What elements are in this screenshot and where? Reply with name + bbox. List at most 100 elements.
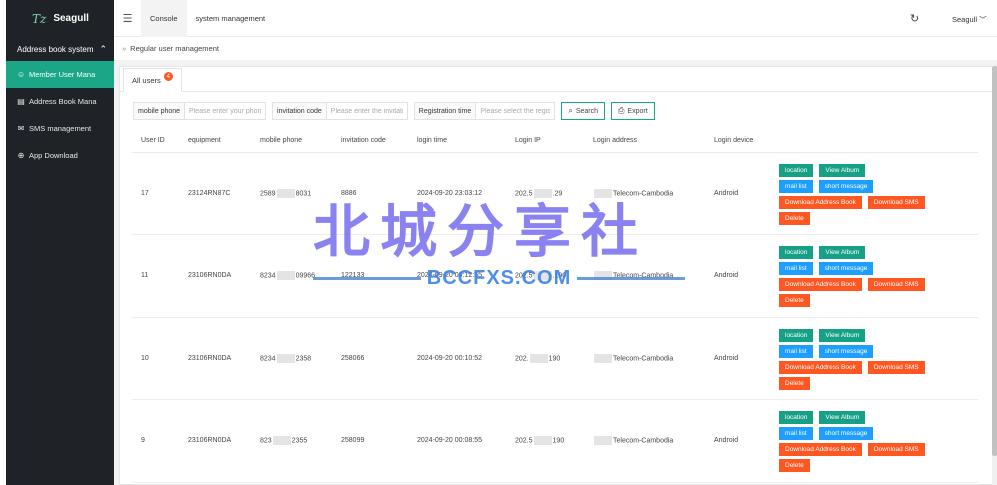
cell-actions: location View Album mail list short messag… <box>771 152 978 235</box>
download-sms-button[interactable]: Download SMS <box>867 360 925 374</box>
delete-button[interactable]: Delete <box>779 376 810 390</box>
table-header-row: User ID equipment mobile phone invitatio… <box>132 129 978 153</box>
mail-list-button[interactable]: mail list <box>779 262 813 276</box>
mail-list-button[interactable]: mail list <box>779 179 813 193</box>
col-login-address: Login address <box>584 129 705 153</box>
invite-filter: invitation code <box>272 102 408 120</box>
redacted-block <box>594 436 612 446</box>
sidebar-item-app-download[interactable]: ⊕ App Download <box>6 142 114 169</box>
vertical-scrollbar[interactable] <box>992 66 997 485</box>
scrollbar-thumb[interactable] <box>992 66 997 456</box>
short-message-button[interactable]: short message <box>818 179 874 193</box>
cell-login-time: 2024-09-20 00:12:55 <box>408 234 506 318</box>
sidebar-item-label: SMS management <box>29 124 92 133</box>
cell-actions: location View Album mail list short messag… <box>771 317 978 400</box>
redacted-block <box>272 436 291 446</box>
location-button[interactable]: location <box>779 246 814 260</box>
address-text: Telecom-Cambodia <box>613 437 674 445</box>
sidebar-item-label: App Download <box>29 151 78 160</box>
view-album-button[interactable]: View Album <box>819 328 866 342</box>
ip-suffix: 190 <box>552 437 565 445</box>
menu-group-address-book-system[interactable]: Address book system ⌃ <box>6 37 114 61</box>
search-button[interactable]: ⌕ Search <box>561 102 605 120</box>
ip-prefix: 202.5 <box>515 437 533 445</box>
tab-console[interactable]: Console <box>141 0 187 37</box>
cell-login-device: Android <box>705 234 771 318</box>
registration-input[interactable] <box>476 103 555 119</box>
cell-actions: location View Album mail list short messag… <box>771 399 978 483</box>
download-sms-button[interactable]: Download SMS <box>867 278 925 292</box>
short-message-button[interactable]: short message <box>818 344 874 358</box>
ip-prefix: 202.5 <box>515 272 533 280</box>
sidebar-item-address-book[interactable]: ▤ Address Book Mana <box>6 88 114 115</box>
sidebar-item-sms[interactable]: ✉ SMS management <box>6 115 114 142</box>
cell-mobile-phone: 2589 8031 <box>251 152 332 235</box>
location-button[interactable]: location <box>779 163 814 177</box>
user-name: Seagull <box>952 15 978 24</box>
mobile-label: mobile phone <box>134 103 186 119</box>
book-icon: ▤ <box>17 97 25 106</box>
app: Tz Seagull Address book system ⌃ ☺ Membe… <box>0 0 997 485</box>
sidebar-item-member-user[interactable]: ☺ Member User Mana <box>6 61 114 88</box>
delete-button[interactable]: Delete <box>779 459 810 473</box>
export-label: Export <box>627 107 648 115</box>
view-album-button[interactable]: View Album <box>819 411 866 425</box>
download-sms-button[interactable]: Download SMS <box>867 443 925 457</box>
cell-user-id: 10 <box>132 317 179 400</box>
cell-mobile-phone: 823 2355 <box>251 399 332 483</box>
col-login-ip: Login IP <box>506 129 584 153</box>
redacted-block <box>276 188 295 198</box>
download-address-book-button[interactable]: Download Address Book <box>779 360 862 374</box>
tab-label: All users <box>132 75 161 85</box>
download-address-book-button[interactable]: Download Address Book <box>779 195 862 209</box>
col-equipment: equipment <box>179 129 251 153</box>
menu-group-label: Address book system <box>17 44 94 54</box>
download-address-book-button[interactable]: Download Address Book <box>779 278 862 292</box>
ip-prefix: 202. <box>515 355 529 363</box>
col-mobile-phone: mobile phone <box>251 129 332 153</box>
mail-list-button[interactable]: mail list <box>779 344 813 358</box>
delete-button[interactable]: Delete <box>779 294 810 308</box>
redacted-block <box>533 271 552 281</box>
cell-invitation-code: 258099 <box>332 399 408 483</box>
short-message-button[interactable]: short message <box>818 427 874 441</box>
cell-user-id: 17 <box>132 152 179 235</box>
users-table: User ID equipment mobile phone invitatio… <box>132 129 978 483</box>
download-address-book-button[interactable]: Download Address Book <box>779 443 862 457</box>
export-icon: ⎙ <box>618 106 625 115</box>
refresh-icon[interactable]: ↻ <box>910 12 919 25</box>
tab-system-management[interactable]: system management <box>187 0 275 37</box>
cell-login-device: Android <box>705 317 771 400</box>
invite-input[interactable] <box>326 103 407 119</box>
cell-user-id: 11 <box>132 234 179 318</box>
mail-list-button[interactable]: mail list <box>779 427 813 441</box>
phone-suffix: 8031 <box>295 190 312 198</box>
redacted-block <box>533 436 552 446</box>
mobile-input[interactable] <box>185 103 266 119</box>
user-icon: ☺ <box>17 70 26 79</box>
view-album-button[interactable]: View Album <box>819 163 866 177</box>
cell-equipment: 23106RN0DA <box>179 399 251 483</box>
user-menu[interactable]: Seagull ﹀ <box>952 14 987 25</box>
download-sms-button[interactable]: Download SMS <box>867 195 925 209</box>
cell-mobile-phone: 8234 09966 <box>251 234 332 318</box>
short-message-button[interactable]: short message <box>818 262 874 276</box>
menu-toggle-icon[interactable]: ☰ <box>114 12 141 25</box>
location-button[interactable]: location <box>779 328 814 342</box>
cell-equipment: 23106RN0DA <box>179 234 251 318</box>
location-button[interactable]: location <box>779 411 814 425</box>
redacted-block <box>276 271 295 281</box>
ip-prefix: 202.5 <box>515 190 533 198</box>
delete-button[interactable]: Delete <box>779 211 810 225</box>
view-album-button[interactable]: View Album <box>819 246 866 260</box>
tab-all-users[interactable]: All users 4 <box>123 68 182 92</box>
logo: Tz Seagull <box>6 0 114 37</box>
cell-actions: location View Album mail list short messag… <box>771 234 978 318</box>
cell-user-id: 9 <box>132 399 179 483</box>
ip-suffix: .190 <box>552 272 567 280</box>
redacted-block <box>594 353 612 363</box>
export-button[interactable]: ⎙ Export <box>611 102 655 120</box>
cell-equipment: 23106RN0DA <box>179 317 251 400</box>
cell-invitation-code: 122133 <box>332 234 408 318</box>
breadcrumb-current: Regular user management <box>130 44 219 53</box>
